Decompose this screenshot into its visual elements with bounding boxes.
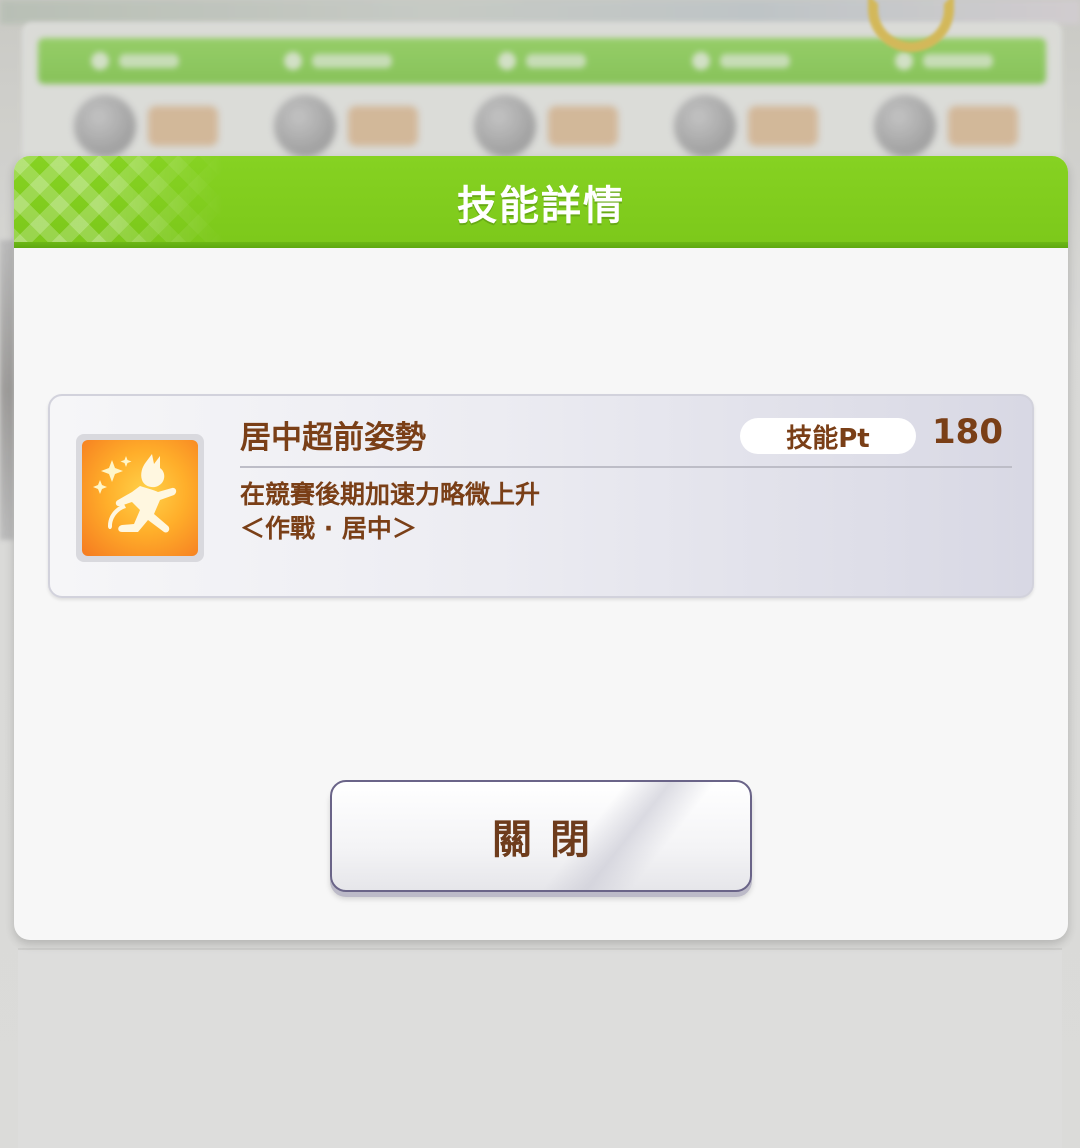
skill-pt-value: 180 xyxy=(932,412,1003,452)
dialog-header: 技能詳情 xyxy=(14,156,1068,248)
skill-condition: ＜作戰 · 居中＞ xyxy=(240,514,417,543)
dialog-title: 技能詳情 xyxy=(457,183,625,229)
skill-pt-label: 技能Pt xyxy=(740,418,916,454)
running-figure-icon xyxy=(82,440,198,556)
close-button[interactable]: 關閉 xyxy=(330,780,752,892)
skill-icon-frame xyxy=(76,434,204,562)
skill-name: 居中超前姿勢 xyxy=(240,420,426,456)
close-button-label: 關閉 xyxy=(492,817,608,863)
skill-description: 在競賽後期加速力略微上升 xyxy=(240,480,541,509)
skill-detail-dialog: 技能詳情 居中超前姿勢 技能Pt 180 在競賽後期加速力略微上升 ＜作戰 · … xyxy=(14,156,1068,940)
skill-divider xyxy=(240,466,1012,468)
skill-card: 居中超前姿勢 技能Pt 180 在競賽後期加速力略微上升 ＜作戰 · 居中＞ xyxy=(48,394,1034,598)
